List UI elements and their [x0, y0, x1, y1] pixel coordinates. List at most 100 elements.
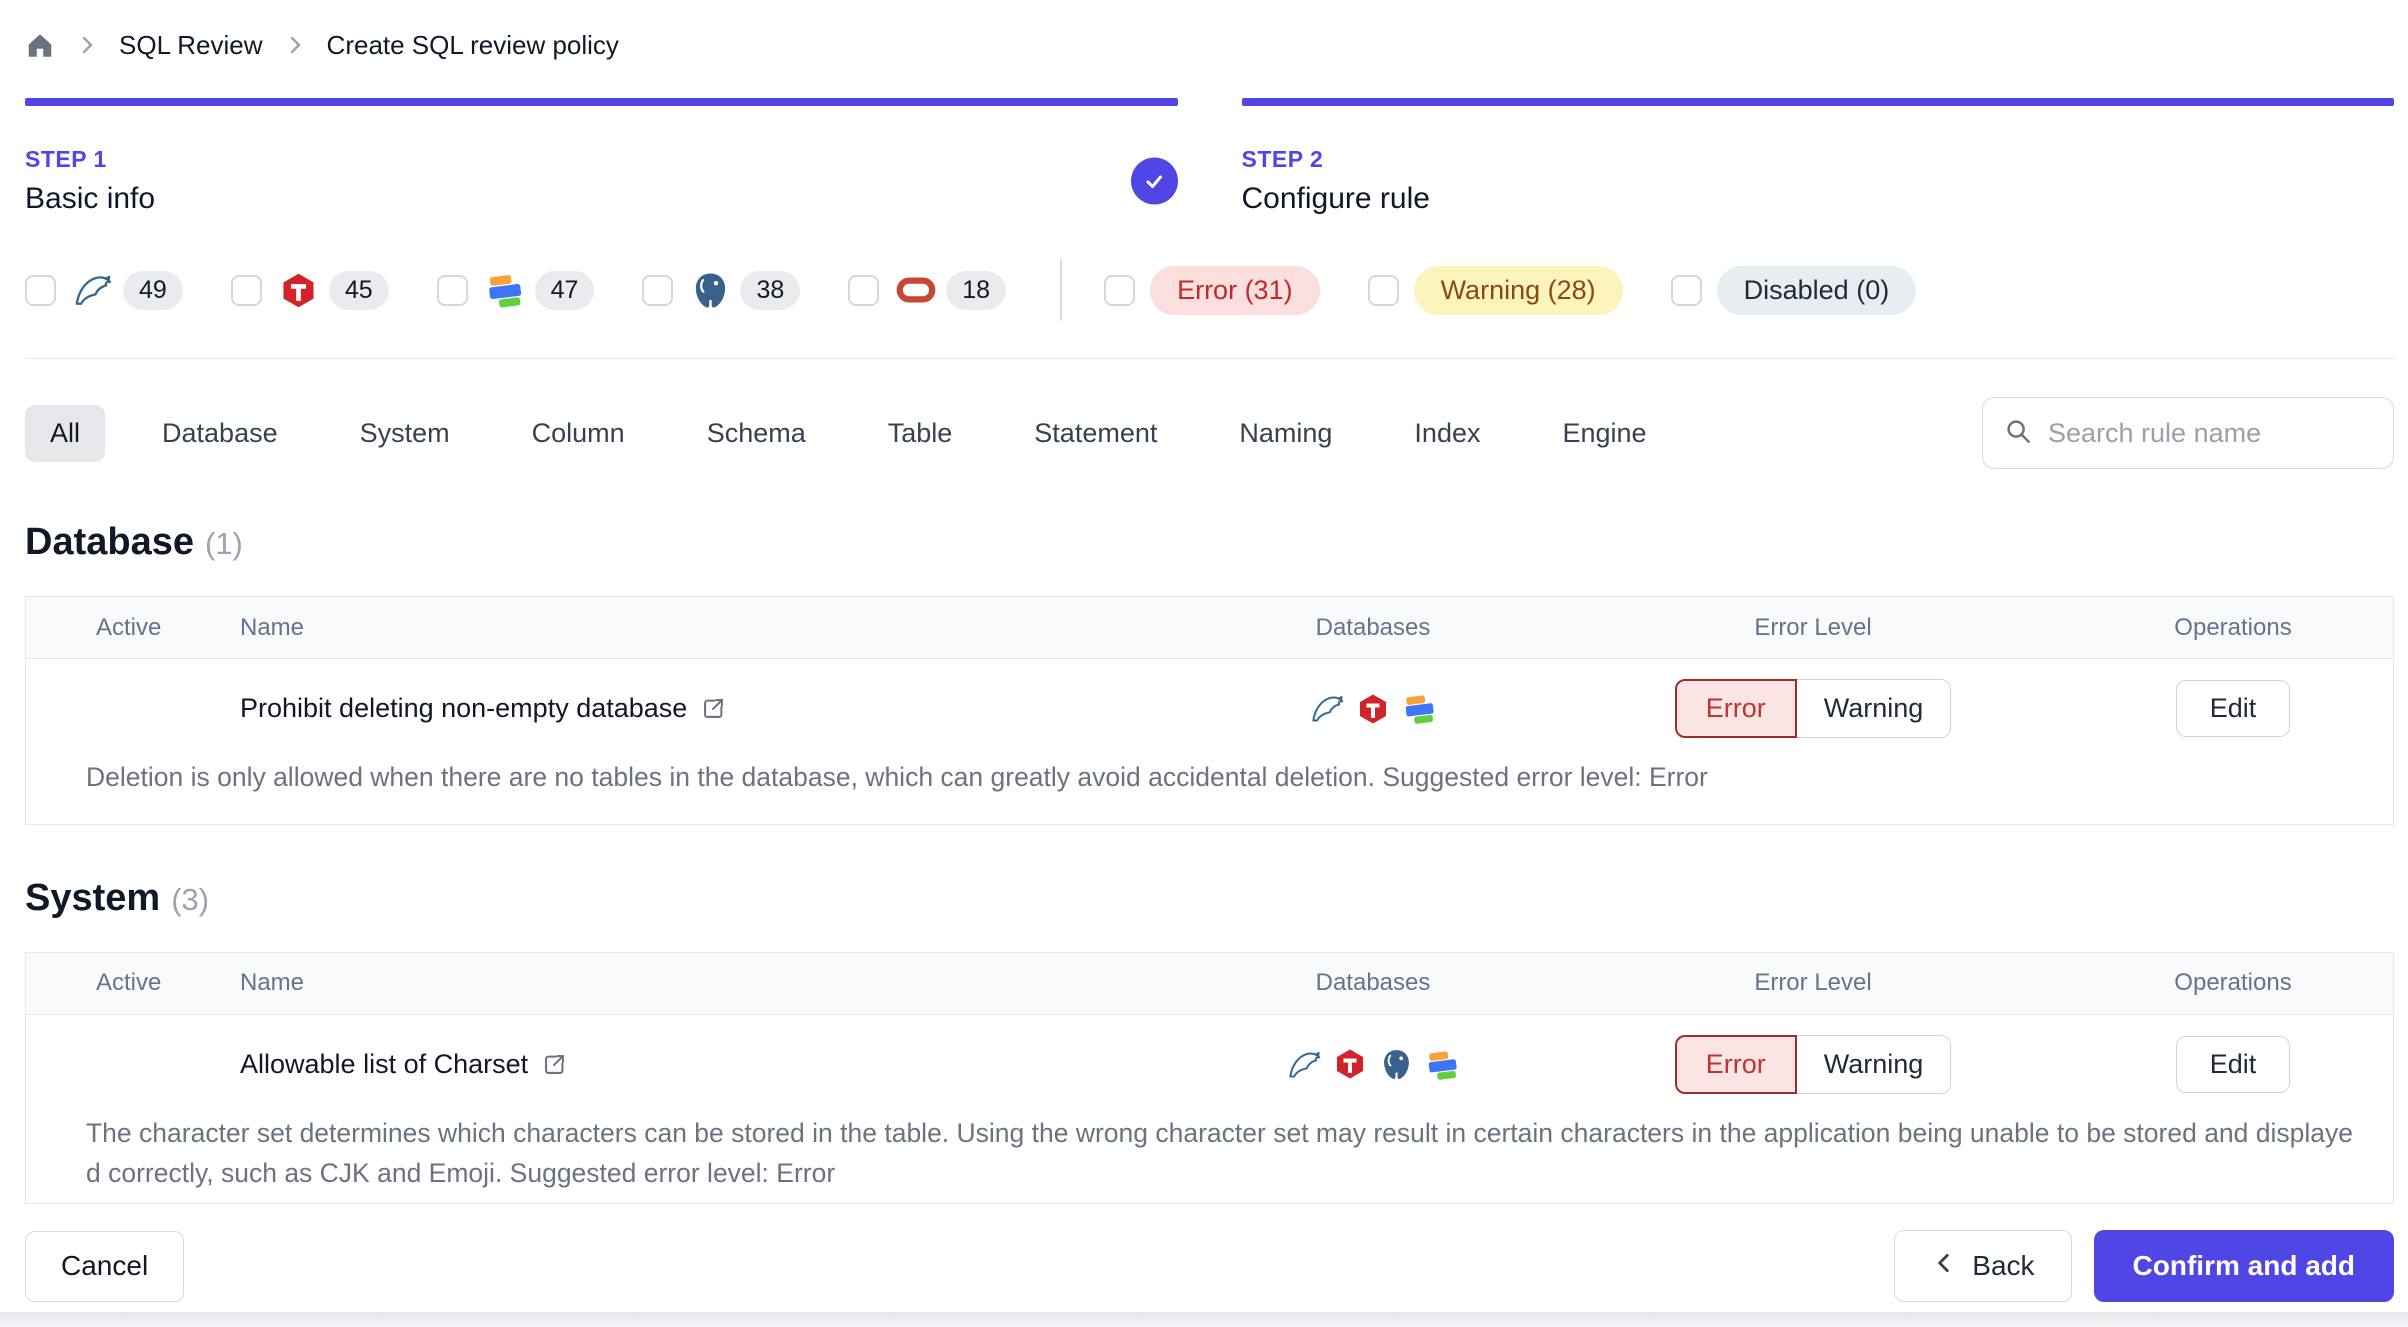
col-header-operations: Operations [2174, 969, 2292, 997]
home-icon[interactable] [25, 30, 55, 60]
tab-column[interactable]: Column [507, 405, 650, 462]
mysql-checkbox[interactable] [25, 274, 56, 306]
disabled-count-pill: Disabled (0) [1716, 265, 1917, 315]
edit-button[interactable]: Edit [2175, 680, 2291, 737]
confirm-and-add-button[interactable]: Confirm and add [2093, 1230, 2394, 1303]
mysql-icon [1310, 691, 1345, 726]
tidb-checkbox[interactable] [230, 274, 262, 306]
section-heading-system: System (3) [25, 877, 2394, 920]
tidb-icon [1333, 1047, 1368, 1082]
oceanbase-icon [1402, 691, 1437, 726]
col-header-active: Active [96, 969, 162, 997]
error-level-error-button[interactable]: Error [1674, 679, 1797, 738]
error-level-toggle-group: Error Warning [1553, 679, 2073, 738]
tidb-icon [1356, 691, 1391, 726]
warning-count-pill: Warning (28) [1413, 265, 1623, 315]
back-button[interactable]: Back [1894, 1230, 2072, 1303]
warning-checkbox[interactable] [1367, 274, 1399, 306]
postgresql-checkbox[interactable] [642, 274, 674, 306]
chevron-right-icon [75, 33, 99, 57]
category-tabs-row: All Database System Column Schema Table … [25, 397, 2394, 469]
rule-description: The character set determines which chara… [86, 1117, 2353, 1188]
table-row: Prohibit deleting non-empty database Err… [26, 659, 2393, 824]
col-header-databases: Databases [1315, 613, 1431, 641]
postgresql-icon [1379, 1047, 1414, 1082]
external-link-icon[interactable] [700, 695, 727, 722]
error-level-warning-button[interactable]: Warning [1796, 1034, 1952, 1094]
filter-engine-tidb[interactable]: 45 [230, 270, 389, 310]
rule-name: Allowable list of Charset [240, 1048, 529, 1079]
filter-engine-postgresql[interactable]: 38 [642, 270, 801, 310]
section-count: (1) [204, 526, 243, 561]
footer-action-bar: Cancel Back Confirm and add [25, 1230, 2394, 1303]
filter-bar: 49 45 47 38 18 Error (31) Warning (28) D… [25, 259, 2394, 321]
mysql-icon [73, 270, 113, 310]
tab-table[interactable]: Table [863, 405, 978, 462]
stepper: STEP 1 Basic info STEP 2 Configure rule [25, 98, 2394, 216]
tidb-count-badge: 45 [328, 270, 389, 310]
back-button-label: Back [1972, 1250, 2035, 1282]
step-2-title: Configure rule [1241, 182, 1430, 215]
oceanbase-icon [1425, 1047, 1460, 1082]
tab-database[interactable]: Database [137, 405, 303, 462]
step-2-label: STEP 2 [1241, 146, 1324, 172]
step-1-completed-check-icon [1130, 157, 1178, 205]
tab-all[interactable]: All [25, 404, 106, 462]
filter-engine-oracle[interactable]: 18 [848, 270, 1007, 310]
step-1: STEP 1 Basic info [25, 98, 1178, 216]
section-title: Database [25, 521, 194, 563]
section-heading-database: Database (1) [25, 521, 2394, 564]
disabled-checkbox[interactable] [1670, 274, 1702, 306]
tab-engine[interactable]: Engine [1537, 405, 1671, 462]
database-rules-table: Active Name Databases Error Level Operat… [25, 596, 2394, 825]
filter-level-error[interactable]: Error (31) [1104, 265, 1320, 315]
col-header-name: Name [240, 613, 305, 641]
tab-schema[interactable]: Schema [682, 405, 831, 462]
section-title: System [25, 876, 161, 919]
mysql-count-badge: 49 [123, 270, 183, 310]
step-2-progress-bar [1241, 98, 2394, 106]
mysql-icon [1287, 1047, 1322, 1082]
filter-divider [1060, 259, 1063, 321]
error-count-pill: Error (31) [1150, 265, 1320, 315]
search-input[interactable] [2048, 417, 2373, 449]
breadcrumb-current: Create SQL review policy [326, 29, 619, 60]
filter-engine-mysql[interactable]: 49 [25, 270, 183, 310]
postgresql-icon [690, 270, 730, 310]
oracle-icon [896, 270, 936, 310]
footer-shadow [0, 1312, 2408, 1327]
step-1-label: STEP 1 [25, 146, 107, 172]
cancel-button[interactable]: Cancel [25, 1230, 185, 1302]
oceanbase-checkbox[interactable] [436, 274, 468, 306]
error-checkbox[interactable] [1104, 274, 1136, 306]
search-box[interactable] [1982, 397, 2394, 469]
breadcrumb-sql-review[interactable]: SQL Review [119, 30, 263, 61]
filter-separator [25, 358, 2394, 359]
filter-level-disabled[interactable]: Disabled (0) [1670, 265, 1917, 315]
step-2: STEP 2 Configure rule [1241, 98, 2394, 216]
filter-engine-oceanbase[interactable]: 47 [436, 270, 595, 310]
tab-statement[interactable]: Statement [1009, 405, 1182, 462]
chevron-right-icon [283, 33, 307, 57]
tab-naming[interactable]: Naming [1214, 405, 1357, 462]
col-header-error-level: Error Level [1754, 613, 1872, 641]
filter-level-warning[interactable]: Warning (28) [1367, 265, 1623, 315]
error-level-error-button[interactable]: Error [1674, 1034, 1797, 1094]
tab-system[interactable]: System [335, 405, 475, 462]
oceanbase-icon [485, 270, 525, 310]
col-header-operations: Operations [2174, 613, 2292, 641]
error-level-warning-button[interactable]: Warning [1796, 679, 1952, 738]
external-link-icon[interactable] [541, 1051, 568, 1078]
tidb-icon [279, 270, 319, 310]
section-count: (3) [171, 881, 210, 917]
chevron-left-icon [1931, 1250, 1957, 1283]
step-1-progress-bar [25, 98, 1178, 106]
edit-button[interactable]: Edit [2175, 1035, 2291, 1093]
table-header-row: Active Name Databases Error Level Operat… [26, 952, 2393, 1015]
breadcrumb: SQL Review Create SQL review policy [25, 24, 2394, 66]
category-tabs: All Database System Column Schema Table … [25, 404, 1982, 462]
system-rules-table: Active Name Databases Error Level Operat… [25, 951, 2394, 1205]
oracle-checkbox[interactable] [848, 274, 880, 306]
tab-index[interactable]: Index [1389, 405, 1505, 462]
col-header-error-level: Error Level [1754, 969, 1872, 997]
